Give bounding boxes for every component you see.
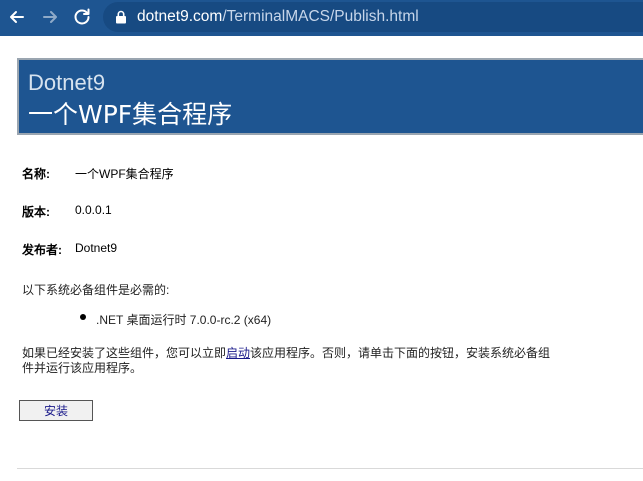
name-label: 名称: <box>22 167 50 181</box>
address-bar[interactable]: dotnet9.com/TerminalMACS/Publish.html <box>103 2 643 32</box>
reload-button[interactable] <box>69 4 95 30</box>
browser-toolbar: dotnet9.com/TerminalMACS/Publish.html <box>0 0 643 36</box>
url-text: dotnet9.com/TerminalMACS/Publish.html <box>137 8 419 26</box>
header-title: Dotnet9 <box>28 70 106 95</box>
url-domain: dotnet9.com <box>137 8 223 25</box>
publisher-value: Dotnet9 <box>75 241 118 255</box>
divider <box>17 468 643 469</box>
prereq-intro: 以下系统必备组件是必需的: <box>22 283 170 297</box>
arrow-left-icon <box>10 11 24 23</box>
lock-icon <box>116 10 126 24</box>
arrow-right-icon <box>43 11 57 23</box>
page-header: Dotnet9 一个WPF集合程序 <box>17 58 643 135</box>
forward-button[interactable] <box>37 4 63 30</box>
header-subtitle: 一个WPF集合程序 <box>28 100 233 129</box>
url-path: /TerminalMACS/Publish.html <box>222 8 419 25</box>
instructions-part2: 该应用程序。否则，请单击下面的按钮，安装系统必备组 <box>250 346 551 360</box>
launch-link[interactable]: 启动 <box>226 346 250 360</box>
version-value: 0.0.0.1 <box>75 203 112 217</box>
bullet-dot <box>80 314 86 320</box>
instructions-part1: 如果已经安装了这些组件，您可以立即 <box>22 346 227 360</box>
name-value: 一个WPF集合程序 <box>75 167 174 181</box>
install-button[interactable]: 安装 <box>19 400 93 421</box>
reload-icon <box>74 8 90 25</box>
instructions-line2: 件并运行该应用程序。 <box>22 361 143 375</box>
version-label: 版本: <box>22 205 50 219</box>
back-button[interactable] <box>4 4 30 30</box>
prereq-item: .NET 桌面运行时 7.0.0-rc.2 (x64) <box>96 313 272 327</box>
publisher-label: 发布者: <box>22 243 62 257</box>
